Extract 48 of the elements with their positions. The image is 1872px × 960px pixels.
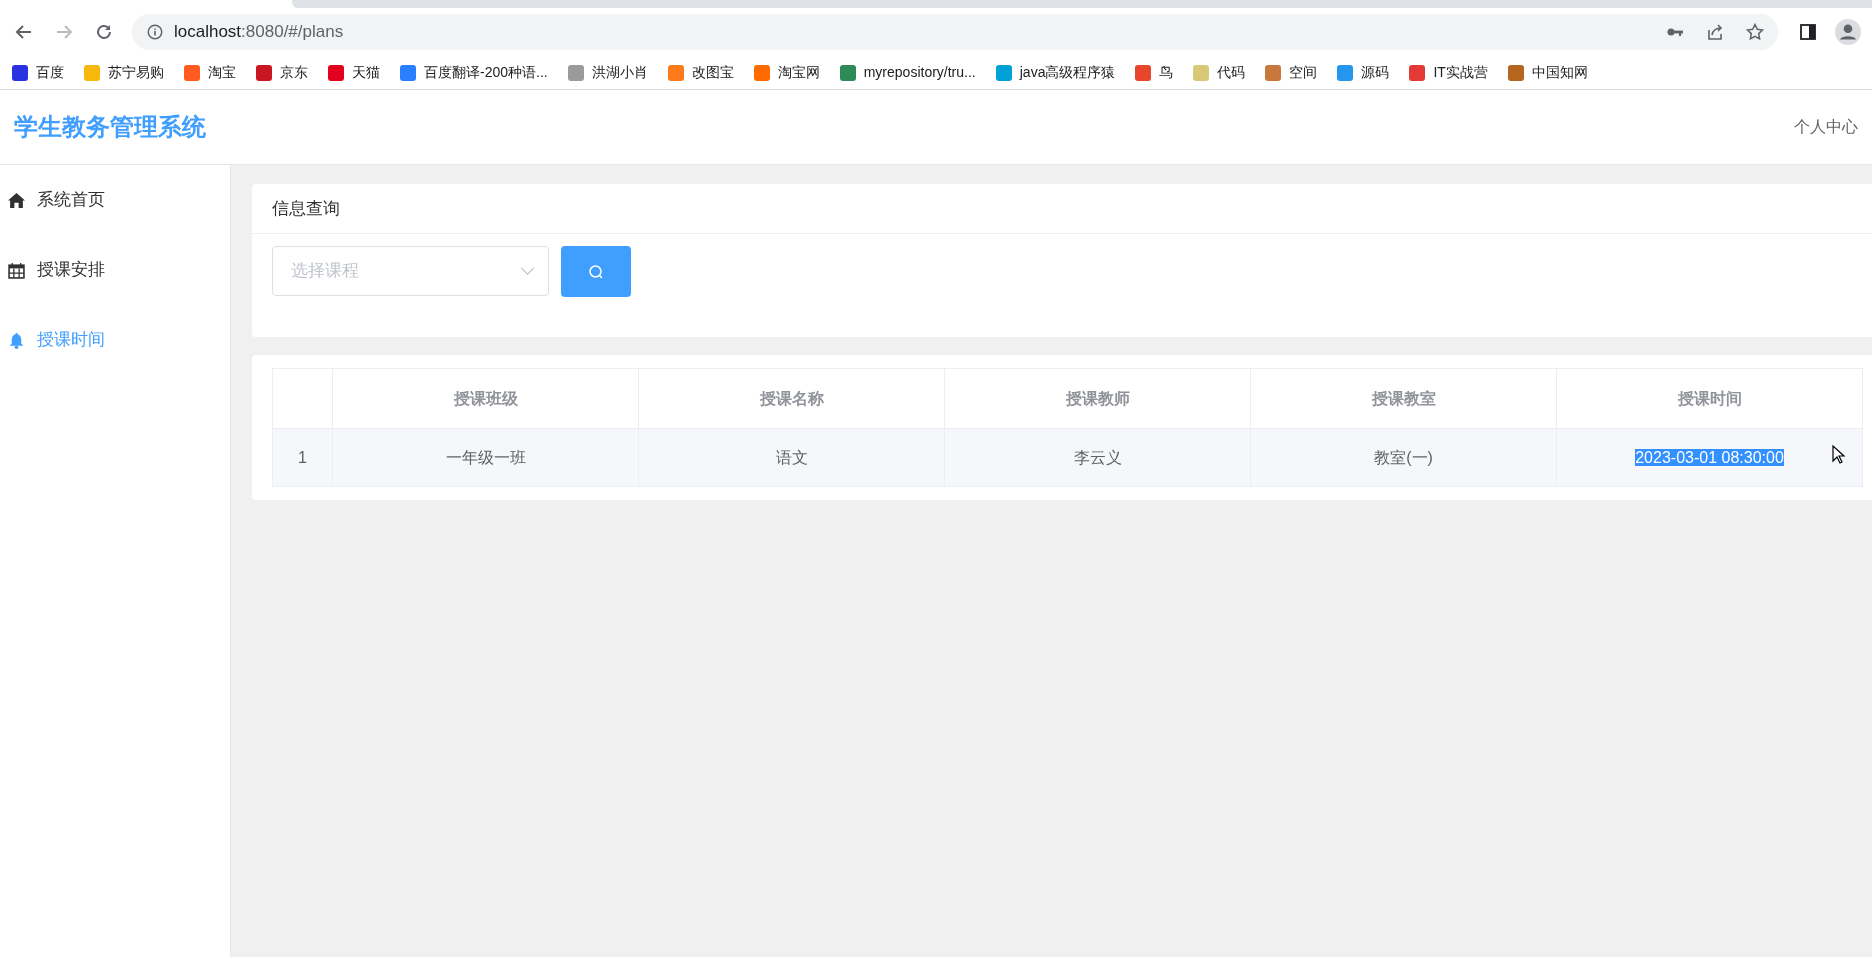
cursor-icon [1832,445,1846,465]
bookmark-link[interactable]: myrepository/tru... [831,59,984,86]
bookmark-link[interactable]: 百度翻译-200种语... [392,59,556,86]
table-cell: 2023-03-01 08:30:00 [1635,448,1784,466]
bookmark-link[interactable]: 京东 [248,59,316,86]
app-title: 学生教务管理系统 [14,112,206,142]
sidebar-item[interactable]: 授课安排 [0,235,230,305]
sidebar-item[interactable]: 系统首页 [0,165,230,235]
side-panel-icon[interactable] [1798,22,1818,42]
url-text: localhost:8080/#/plans [174,21,344,44]
info-icon [146,23,164,41]
column-header: 授课教室 [1250,368,1557,429]
bookmark-link[interactable]: 百度 [4,59,72,86]
table-cell: 一年级一班 [445,448,526,466]
bookmark-link[interactable]: 代码 [1185,59,1254,86]
chevron-down-icon [520,267,535,276]
bookmark-link[interactable]: IT实战营 [1401,59,1496,86]
column-header: 授课时间 [1556,368,1863,429]
bookmark-link[interactable]: 洪湖小肖 [559,59,656,86]
column-header: 授课教师 [944,368,1251,429]
table-cell: 李云义 [1073,448,1122,466]
bookmark-link[interactable]: 淘宝网 [745,59,828,86]
column-header: 授课班级 [332,368,639,429]
bell-icon [8,331,25,349]
calendar-icon [8,261,25,279]
star-icon[interactable] [1745,22,1765,42]
table-cell: 语文 [775,448,808,466]
bookmark-link[interactable]: 苏宁易购 [76,59,172,86]
bookmark-link[interactable]: 中国知网 [1499,59,1596,86]
address-bar[interactable]: localhost:8080/#/plans [132,14,1778,50]
table-cell: 1 [298,448,307,466]
bookmark-link[interactable]: 鸟 [1127,59,1182,86]
bookmark-link[interactable]: 空间 [1257,59,1326,86]
bookmark-link[interactable]: 源码 [1329,59,1398,86]
column-header: 授课名称 [638,368,945,429]
user-center-link[interactable]: 个人中心 [1794,115,1858,139]
card-title: 信息查询 [252,184,1872,234]
bookmark-link[interactable]: 淘宝 [176,59,244,86]
bookmark-link[interactable]: 改图宝 [659,59,742,86]
course-select[interactable]: 选择课程 [272,246,549,296]
profile-icon[interactable] [1835,19,1861,45]
share-icon[interactable] [1705,22,1725,42]
table-cell: 教室(一) [1374,448,1433,466]
bookmark-link[interactable]: 天猫 [320,59,388,86]
bookmark-link[interactable]: java高级程序猿 [987,59,1124,86]
home-icon [8,191,25,209]
reload-icon [94,22,114,42]
search-icon [588,263,604,280]
